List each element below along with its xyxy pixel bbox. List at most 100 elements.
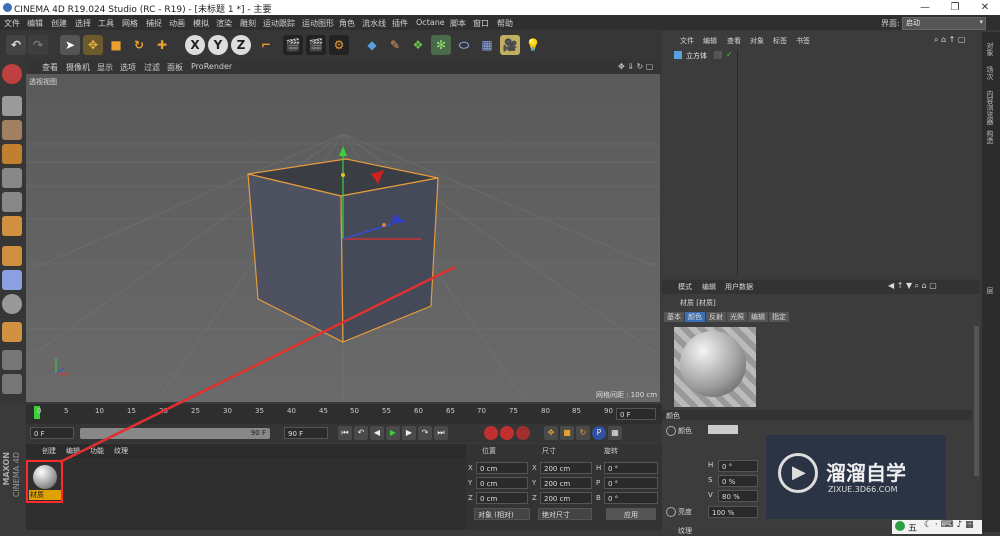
next-frame-button[interactable]: ▶ bbox=[402, 426, 416, 440]
menu-simulate[interactable]: 模拟 bbox=[193, 18, 209, 29]
size-x-field[interactable]: 200 cm bbox=[540, 462, 592, 474]
autokey-button[interactable] bbox=[500, 426, 514, 440]
interface-select[interactable]: 启动 ▾ bbox=[902, 17, 986, 30]
om-toolbar-icons[interactable]: ⌕ ⌂ ↑ ▢ bbox=[934, 35, 965, 45]
tab-objects[interactable]: 对象 bbox=[985, 42, 995, 56]
menu-render[interactable]: 渲染 bbox=[216, 18, 232, 29]
current-frame-field[interactable]: 0 F bbox=[616, 408, 656, 420]
value-field[interactable]: 80 % bbox=[718, 490, 758, 502]
close-button[interactable]: ✕ bbox=[970, 0, 1000, 15]
position-y-field[interactable]: 0 cm bbox=[476, 477, 528, 489]
scale-tool-icon[interactable]: ■ bbox=[106, 35, 126, 55]
points-mode-icon[interactable] bbox=[2, 168, 22, 188]
menu-motion-tracking[interactable]: 运动跟踪 bbox=[263, 18, 295, 29]
key-param-icon[interactable]: P bbox=[592, 426, 606, 440]
om-menu-view[interactable]: 查看 bbox=[727, 36, 741, 46]
material-swatch[interactable]: 材质 bbox=[26, 460, 63, 503]
apply-button[interactable]: 应用 bbox=[606, 508, 656, 520]
camera-icon[interactable]: 🎥 bbox=[500, 35, 520, 55]
timeline-ruler[interactable]: 0 5 10 15 20 25 30 35 40 45 50 55 60 65 … bbox=[26, 404, 662, 424]
vp-menu-camera[interactable]: 摄像机 bbox=[66, 62, 90, 73]
render-view-icon[interactable]: 🎬 bbox=[283, 35, 303, 55]
size-y-field[interactable]: 200 cm bbox=[540, 477, 592, 489]
keyframe-selection-button[interactable] bbox=[516, 426, 530, 440]
rotation-p-field[interactable]: 0 ° bbox=[604, 477, 658, 489]
size-mode-select[interactable]: 绝对尺寸 bbox=[538, 508, 592, 520]
tab-illumination[interactable]: 光照 bbox=[727, 312, 747, 322]
hue-field[interactable]: 0 ° bbox=[718, 460, 758, 472]
menu-octane[interactable]: Octane bbox=[416, 18, 445, 27]
menu-tools[interactable]: 工具 bbox=[98, 18, 114, 29]
workplane-icon[interactable] bbox=[2, 144, 22, 164]
ime-tray[interactable]: 五 ☾ ⋅ ⌨ ♪ ▦ bbox=[892, 520, 982, 534]
color-swatch[interactable] bbox=[708, 425, 738, 434]
mat-menu-texture[interactable]: 纹理 bbox=[114, 446, 128, 456]
menu-mesh[interactable]: 网格 bbox=[122, 18, 138, 29]
record-button[interactable] bbox=[484, 426, 498, 440]
cube-primitive-icon[interactable]: ◆ bbox=[362, 35, 382, 55]
tab-structure[interactable]: 构造 bbox=[985, 130, 995, 144]
menu-snap[interactable]: 捕捉 bbox=[146, 18, 162, 29]
light-icon[interactable]: 💡 bbox=[523, 35, 543, 55]
vp-menu-view[interactable]: 查看 bbox=[42, 62, 58, 73]
om-menu-bookmarks[interactable]: 书签 bbox=[796, 36, 810, 46]
next-key-button[interactable]: ↷ bbox=[418, 426, 432, 440]
om-menu-file[interactable]: 文件 bbox=[680, 36, 694, 46]
menu-help[interactable]: 帮助 bbox=[497, 18, 513, 29]
vp-menu-panel[interactable]: 面板 bbox=[167, 62, 183, 73]
x-axis-lock-button[interactable]: X bbox=[185, 35, 205, 55]
move-tool-icon[interactable]: ✥ bbox=[83, 35, 103, 55]
tab-basic[interactable]: 基本 bbox=[664, 312, 684, 322]
coordinate-system-icon[interactable]: ⌐ bbox=[256, 35, 276, 55]
coordinate-mode-select[interactable]: 对象 (相对) bbox=[474, 508, 530, 520]
subdivision-icon[interactable]: ❖ bbox=[408, 35, 428, 55]
tab-color[interactable]: 颜色 bbox=[685, 312, 705, 322]
key-rotation-icon[interactable]: ↻ bbox=[576, 426, 590, 440]
menu-plugins[interactable]: 插件 bbox=[392, 18, 408, 29]
tab-content-browser[interactable]: 内容浏览器 bbox=[985, 90, 995, 125]
make-editable-icon[interactable] bbox=[2, 64, 22, 84]
vp-menu-prorender[interactable]: ProRender bbox=[191, 62, 232, 71]
attr-scrollbar[interactable] bbox=[974, 326, 979, 476]
key-pla-icon[interactable]: ▦ bbox=[608, 426, 622, 440]
menu-edit[interactable]: 编辑 bbox=[27, 18, 43, 29]
vp-menu-filter[interactable]: 过滤 bbox=[144, 62, 160, 73]
rotation-h-field[interactable]: 0 ° bbox=[604, 462, 658, 474]
menu-window[interactable]: 窗口 bbox=[473, 18, 489, 29]
floor-icon[interactable]: ▦ bbox=[477, 35, 497, 55]
object-row-cube[interactable]: 立方体 ✓ bbox=[664, 50, 980, 62]
vp-menu-display[interactable]: 显示 bbox=[97, 62, 113, 73]
maximize-button[interactable]: ❐ bbox=[940, 0, 970, 15]
object-name[interactable]: 立方体 bbox=[686, 51, 707, 61]
vp-menu-options[interactable]: 选项 bbox=[120, 62, 136, 73]
tab-reflectance[interactable]: 反射 bbox=[706, 312, 726, 322]
menu-pipeline[interactable]: 流水线 bbox=[362, 18, 386, 29]
size-z-field[interactable]: 200 cm bbox=[540, 492, 592, 504]
pen-spline-icon[interactable]: ✎ bbox=[385, 35, 405, 55]
polygons-mode-icon[interactable] bbox=[2, 216, 22, 236]
snap-icon[interactable] bbox=[2, 294, 22, 314]
key-position-icon[interactable]: ✥ bbox=[544, 426, 558, 440]
viewport-nav-icons[interactable]: ✥ ⇓ ↻ ▢ bbox=[618, 62, 653, 71]
render-settings-icon[interactable]: ⚙ bbox=[329, 35, 349, 55]
lock-workplane-icon[interactable] bbox=[2, 350, 22, 370]
play-button[interactable]: ▶ bbox=[386, 426, 400, 440]
position-z-field[interactable]: 0 cm bbox=[476, 492, 528, 504]
visibility-toggle[interactable] bbox=[714, 51, 722, 59]
menu-sculpt[interactable]: 雕刻 bbox=[240, 18, 256, 29]
attr-menu-userdata[interactable]: 用户数据 bbox=[725, 282, 753, 292]
render-picture-viewer-icon[interactable]: 🎬 bbox=[306, 35, 326, 55]
menu-mograph[interactable]: 运动图形 bbox=[302, 18, 334, 29]
select-tool-icon[interactable]: ➤ bbox=[60, 35, 80, 55]
color-radio[interactable] bbox=[666, 426, 676, 436]
mat-menu-function[interactable]: 功能 bbox=[90, 446, 104, 456]
z-axis-lock-button[interactable]: Z bbox=[231, 35, 251, 55]
perspective-viewport[interactable]: 透视视图 网格间距 : 100 cm bbox=[26, 74, 660, 402]
redo-button[interactable]: ↷ bbox=[28, 35, 48, 55]
undo-button[interactable]: ↶ bbox=[6, 35, 26, 55]
attr-menu-edit[interactable]: 编辑 bbox=[702, 282, 716, 292]
mat-menu-edit[interactable]: 编辑 bbox=[66, 446, 80, 456]
ime-icons[interactable]: ☾ ⋅ ⌨ ♪ ▦ bbox=[924, 520, 974, 530]
end-frame-field[interactable]: 90 F bbox=[284, 427, 328, 439]
menu-character[interactable]: 角色 bbox=[339, 18, 355, 29]
